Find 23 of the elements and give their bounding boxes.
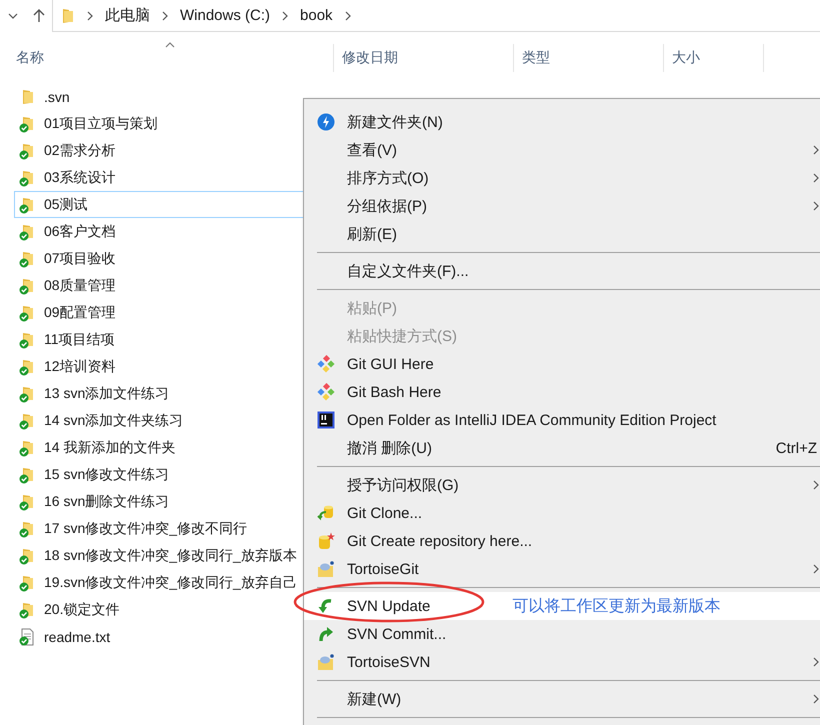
file-name: readme.txt <box>44 628 110 644</box>
file-name: 14 svn添加文件夹练习 <box>44 412 184 428</box>
file-name: 15 svn修改文件练习 <box>44 466 170 482</box>
file-name: .svn <box>44 88 70 104</box>
file-name: 05测试 <box>44 196 88 212</box>
file-name: 09配置管理 <box>44 304 116 320</box>
file-name: 19.svn修改文件冲突_修改同行_放弃自己 <box>44 574 297 590</box>
file-name: 11项目结项 <box>44 330 115 346</box>
file-name: 08质量管理 <box>44 276 116 292</box>
file-name: 17 svn修改文件冲突_修改不同行 <box>44 520 248 536</box>
file-name: 18 svn修改文件冲突_修改同行_放弃版本 <box>44 546 297 562</box>
shortcut-text: Ctrl+Z <box>776 440 817 456</box>
file-name: 01项目立项与策划 <box>44 114 158 130</box>
file-name: 13 svn添加文件练习 <box>44 384 170 400</box>
file-name: 03系统设计 <box>44 168 116 184</box>
file-name: 06客户文档 <box>44 222 116 238</box>
file-name: 02需求分析 <box>44 142 116 158</box>
annotation-text: 可以将工作区更新为最新版本 <box>512 596 720 616</box>
file-name: 16 svn删除文件练习 <box>44 492 170 508</box>
file-name: 12培训资料 <box>44 358 116 374</box>
file-name: 07项目验收 <box>44 250 116 266</box>
file-name: 20.锁定文件 <box>44 600 120 616</box>
file-name: 14 我新添加的文件夹 <box>44 438 176 454</box>
